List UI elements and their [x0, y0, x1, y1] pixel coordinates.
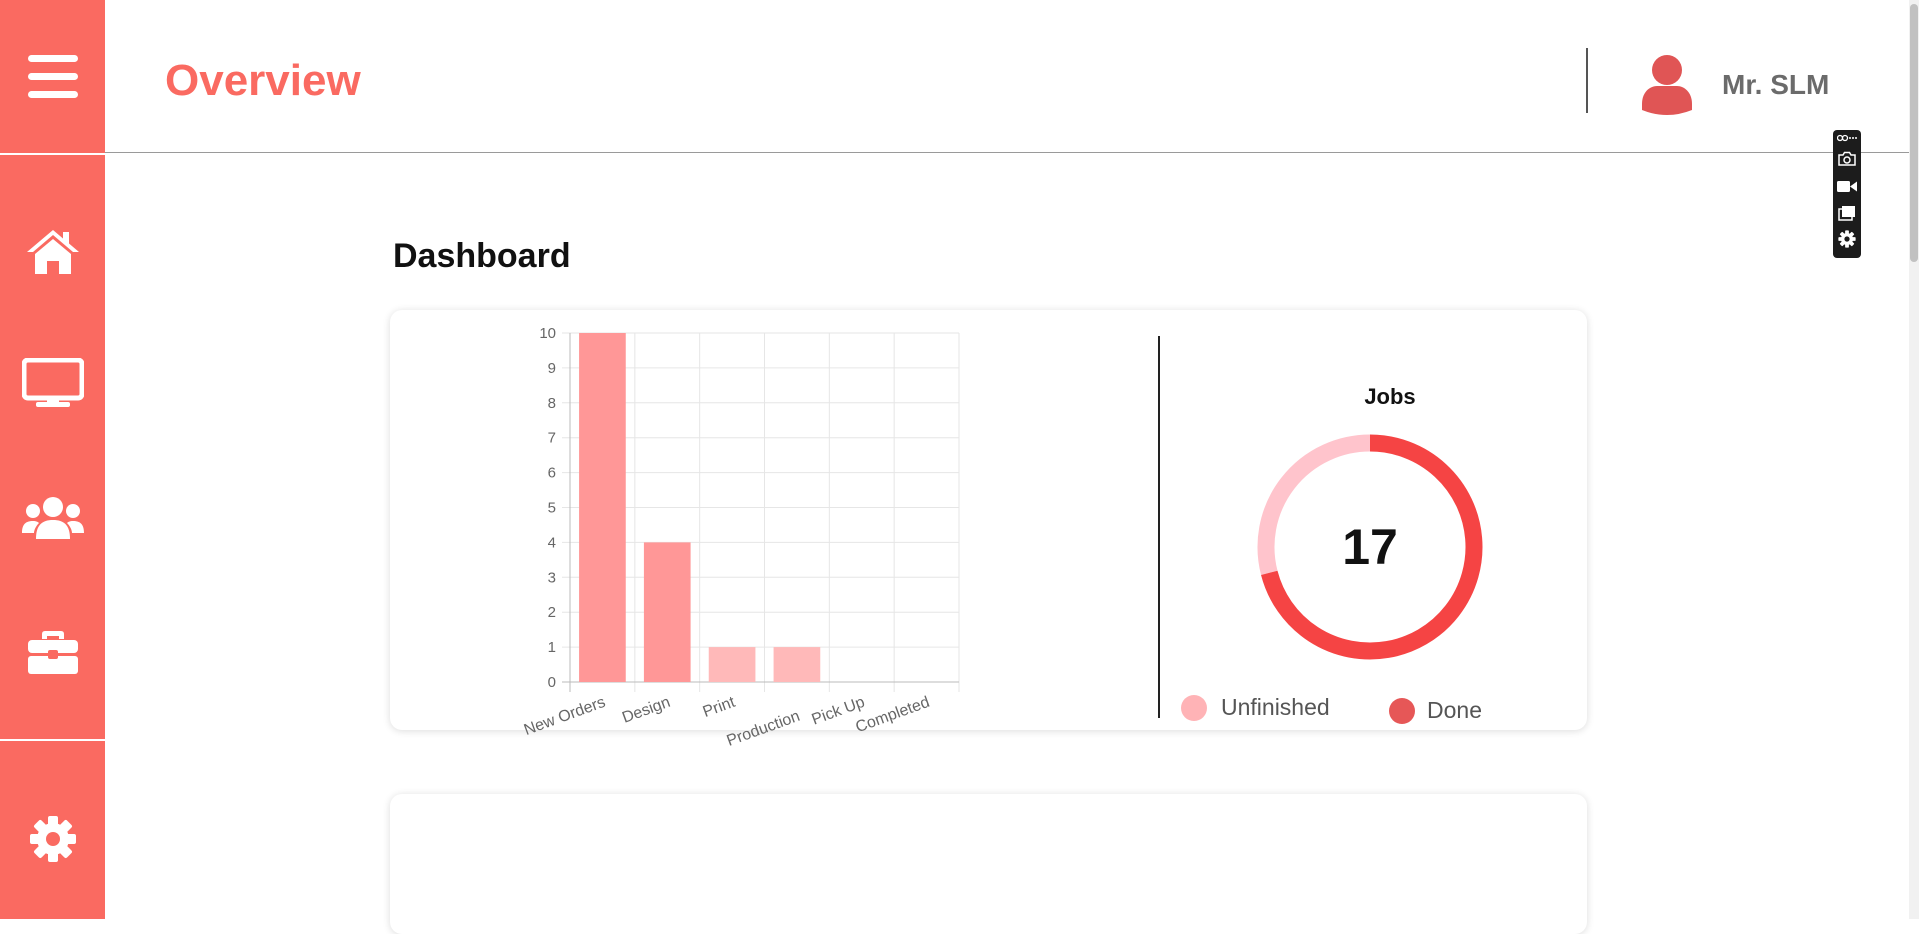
- scrollbar-thumb[interactable]: [1910, 4, 1918, 262]
- sidebar-item-settings[interactable]: [0, 784, 105, 894]
- video-camera-icon: [1837, 180, 1857, 192]
- user-name: Mr. SLM: [1722, 69, 1830, 100]
- home-icon: [26, 230, 79, 274]
- users-icon: [21, 497, 84, 539]
- bar: [773, 647, 821, 682]
- y-tick-label: 7: [548, 430, 556, 447]
- x-tick-label: New Orders: [522, 694, 608, 739]
- y-tick-label: 0: [548, 674, 556, 691]
- legend-item-done[interactable]: Done: [1389, 697, 1482, 724]
- x-tick-label: Completed: [853, 694, 932, 736]
- y-tick-label: 10: [539, 325, 556, 342]
- extension-link-button[interactable]: [1836, 132, 1858, 144]
- y-tick-label: 9: [548, 360, 556, 377]
- bar: [579, 333, 626, 682]
- x-tick-label: Design: [620, 694, 673, 727]
- sidebar-item-home[interactable]: [0, 197, 105, 307]
- x-tick-label: Production: [725, 708, 803, 750]
- card-divider: [1158, 336, 1160, 718]
- x-tick-label: Print: [701, 694, 738, 721]
- legend-swatch-unfinished: [1181, 694, 1207, 721]
- status-bar-chart: 0 1 2 3 4 5 6 7 8 9 10 New Orders Design PrintProduct…: [522, 325, 960, 750]
- y-tick-label: 5: [548, 500, 556, 517]
- settings-icon: [1838, 230, 1856, 248]
- legend-item-unfinished[interactable]: Unfinished: [1181, 694, 1330, 721]
- extension-settings-button[interactable]: [1836, 228, 1858, 250]
- sidebar-item-users[interactable]: [0, 462, 105, 572]
- extension-record-button[interactable]: [1836, 175, 1858, 197]
- y-tick-label: 1: [548, 639, 556, 656]
- extension-screenshot-button[interactable]: [1836, 147, 1858, 169]
- user-avatar-icon: [1642, 55, 1692, 115]
- section-title: Dashboard: [393, 237, 571, 275]
- gear-icon: [29, 816, 76, 862]
- legend-swatch-done: [1389, 697, 1415, 724]
- extension-window-button[interactable]: [1836, 202, 1858, 224]
- legend-label-done: Done: [1427, 697, 1482, 723]
- hamburger-icon: [27, 54, 78, 98]
- sidebar-item-briefcase[interactable]: [0, 597, 105, 707]
- user-menu[interactable]: Mr. SLM: [1640, 52, 1829, 118]
- extension-toolbar: [1833, 130, 1861, 258]
- y-tick-label: 2: [548, 604, 556, 621]
- donut-total-label: 17: [1342, 519, 1398, 575]
- y-tick-label: 8: [548, 395, 556, 412]
- sidebar-divider-top: [0, 153, 105, 155]
- secondary-card: [390, 794, 1587, 934]
- topbar-divider: [1586, 48, 1588, 113]
- window-icon: [1838, 206, 1855, 221]
- page-title: Overview: [165, 56, 361, 105]
- legend-label-unfinished: Unfinished: [1221, 694, 1330, 720]
- y-tick-label: 3: [548, 569, 556, 586]
- link-icon: [1837, 134, 1857, 142]
- sidebar: [0, 0, 105, 919]
- sidebar-divider-bottom: [0, 739, 105, 741]
- monitor-icon: [21, 358, 84, 407]
- camera-icon: [1838, 151, 1856, 166]
- top-bar: Overview Mr. SLM: [105, 0, 1909, 153]
- y-tick-label: 6: [548, 465, 556, 482]
- bar: [643, 542, 691, 682]
- donut-chart-title: Jobs: [1364, 384, 1416, 409]
- bar: [708, 647, 756, 682]
- y-tick-label: 4: [548, 534, 556, 551]
- sidebar-item-monitor[interactable]: [0, 328, 105, 438]
- menu-toggle-button[interactable]: [0, 0, 105, 153]
- briefcase-icon: [27, 631, 78, 674]
